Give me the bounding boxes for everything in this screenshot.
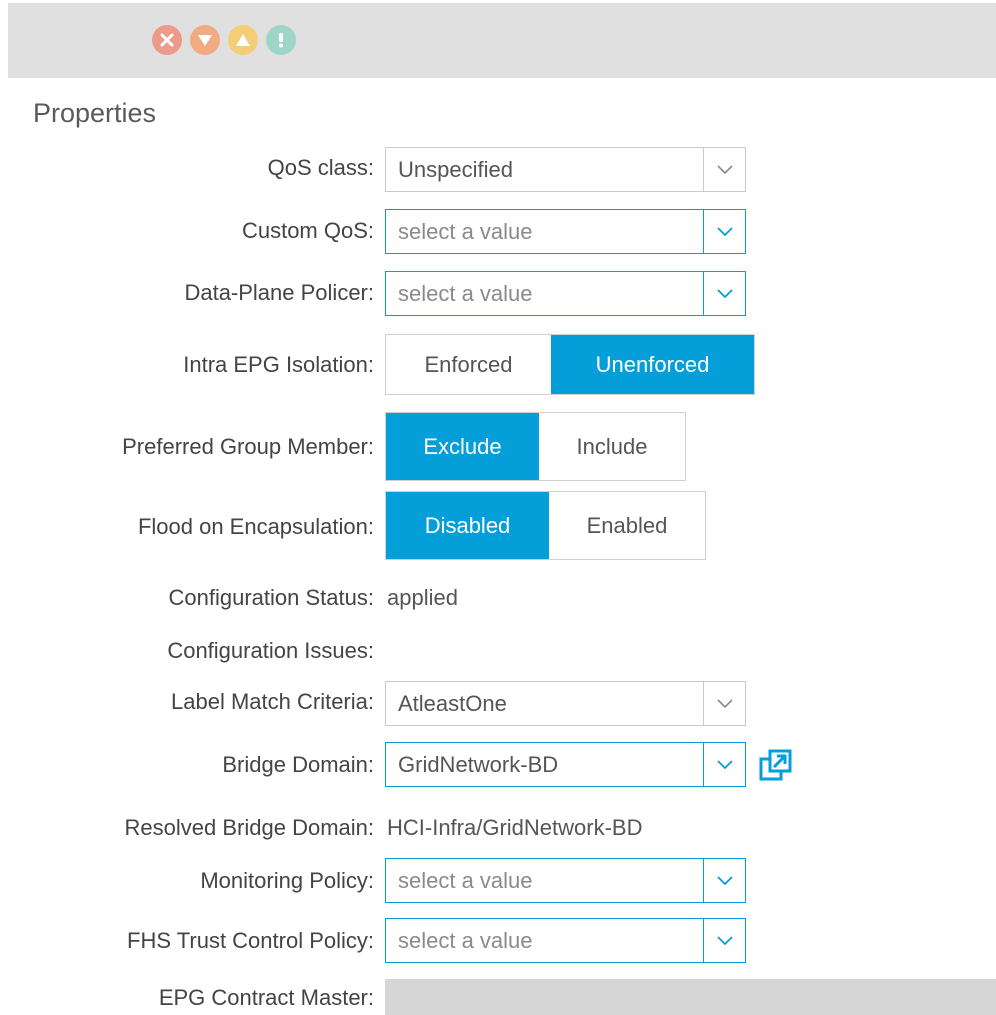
external-link-icon[interactable] xyxy=(758,748,794,784)
chevron-down-icon xyxy=(716,288,733,298)
fault-counter-bar xyxy=(8,3,996,78)
bridge-domain-select[interactable]: GridNetwork-BD xyxy=(385,742,746,787)
fhs-trust-control-policy-select[interactable]: select a value xyxy=(385,918,746,963)
custom-qos-select[interactable]: select a value xyxy=(385,209,746,254)
preferred-group-member-toggle: Exclude Include xyxy=(385,412,686,481)
qos-class-label: QoS class: xyxy=(267,155,374,180)
qos-class-select[interactable]: Unspecified xyxy=(385,147,746,192)
label-match-criteria-select[interactable]: AtleastOne xyxy=(385,681,746,726)
data-plane-policer-label: Data-Plane Policer: xyxy=(184,280,374,305)
data-plane-policer-select[interactable]: select a value xyxy=(385,271,746,316)
close-icon xyxy=(160,33,174,47)
triangle-up-icon xyxy=(236,34,250,46)
label-match-criteria-label: Label Match Criteria: xyxy=(171,689,374,714)
custom-qos-placeholder: select a value xyxy=(398,218,533,244)
minor-fault-icon[interactable] xyxy=(228,25,258,55)
warning-fault-icon[interactable] xyxy=(266,25,296,55)
monitoring-policy-select[interactable]: select a value xyxy=(385,858,746,903)
qos-class-dropdown-button[interactable] xyxy=(703,148,745,191)
flood-on-encapsulation-enabled-option[interactable]: Enabled xyxy=(549,492,705,559)
configuration-issues-label: Configuration Issues: xyxy=(167,638,374,663)
data-plane-policer-placeholder: select a value xyxy=(398,280,533,306)
monitoring-policy-dropdown-button[interactable] xyxy=(703,859,745,902)
chevron-down-icon xyxy=(716,226,733,236)
fhs-trust-control-policy-dropdown-button[interactable] xyxy=(703,919,745,962)
intra-epg-isolation-toggle: Enforced Unenforced xyxy=(385,334,755,395)
triangle-down-icon xyxy=(198,35,212,46)
major-fault-icon[interactable] xyxy=(190,25,220,55)
intra-epg-isolation-label: Intra EPG Isolation: xyxy=(183,352,374,377)
chevron-down-icon xyxy=(716,698,733,708)
bridge-domain-label: Bridge Domain: xyxy=(222,752,374,777)
bridge-domain-value: GridNetwork-BD xyxy=(398,751,559,777)
resolved-bridge-domain-value: HCI-Infra/GridNetwork-BD xyxy=(387,815,643,840)
flood-on-encapsulation-disabled-option[interactable]: Disabled xyxy=(386,492,549,559)
chevron-down-icon xyxy=(716,164,733,174)
intra-epg-isolation-enforced-option[interactable]: Enforced xyxy=(386,335,551,394)
label-match-criteria-dropdown-button[interactable] xyxy=(703,682,745,725)
chevron-down-icon xyxy=(716,875,733,885)
intra-epg-isolation-unenforced-option[interactable]: Unenforced xyxy=(551,335,754,394)
critical-fault-icon[interactable] xyxy=(152,25,182,55)
custom-qos-label: Custom QoS: xyxy=(241,218,374,243)
page-title: Properties xyxy=(33,98,157,128)
fhs-trust-control-policy-placeholder: select a value xyxy=(398,927,533,953)
flood-on-encapsulation-label: Flood on Encapsulation: xyxy=(137,514,374,539)
custom-qos-dropdown-button[interactable] xyxy=(703,210,745,253)
resolved-bridge-domain-label: Resolved Bridge Domain: xyxy=(124,815,374,840)
flood-on-encapsulation-toggle: Disabled Enabled xyxy=(385,491,706,560)
epg-contract-master-table xyxy=(385,979,996,1015)
monitoring-policy-label: Monitoring Policy: xyxy=(200,868,374,893)
preferred-group-member-exclude-option[interactable]: Exclude xyxy=(386,413,539,480)
qos-class-value: Unspecified xyxy=(398,156,513,182)
chevron-down-icon xyxy=(716,759,733,769)
configuration-status-value: applied xyxy=(387,585,458,610)
bridge-domain-dropdown-button[interactable] xyxy=(703,743,745,786)
configuration-status-label: Configuration Status: xyxy=(168,585,374,610)
exclamation-icon xyxy=(279,33,283,48)
chevron-down-icon xyxy=(716,935,733,945)
preferred-group-member-include-option[interactable]: Include xyxy=(539,413,685,480)
label-match-criteria-value: AtleastOne xyxy=(398,690,507,716)
preferred-group-member-label: Preferred Group Member: xyxy=(122,434,374,459)
monitoring-policy-placeholder: select a value xyxy=(398,867,533,893)
fhs-trust-control-policy-label: FHS Trust Control Policy: xyxy=(127,928,374,953)
epg-contract-master-label: EPG Contract Master: xyxy=(158,985,374,1010)
data-plane-policer-dropdown-button[interactable] xyxy=(703,272,745,315)
